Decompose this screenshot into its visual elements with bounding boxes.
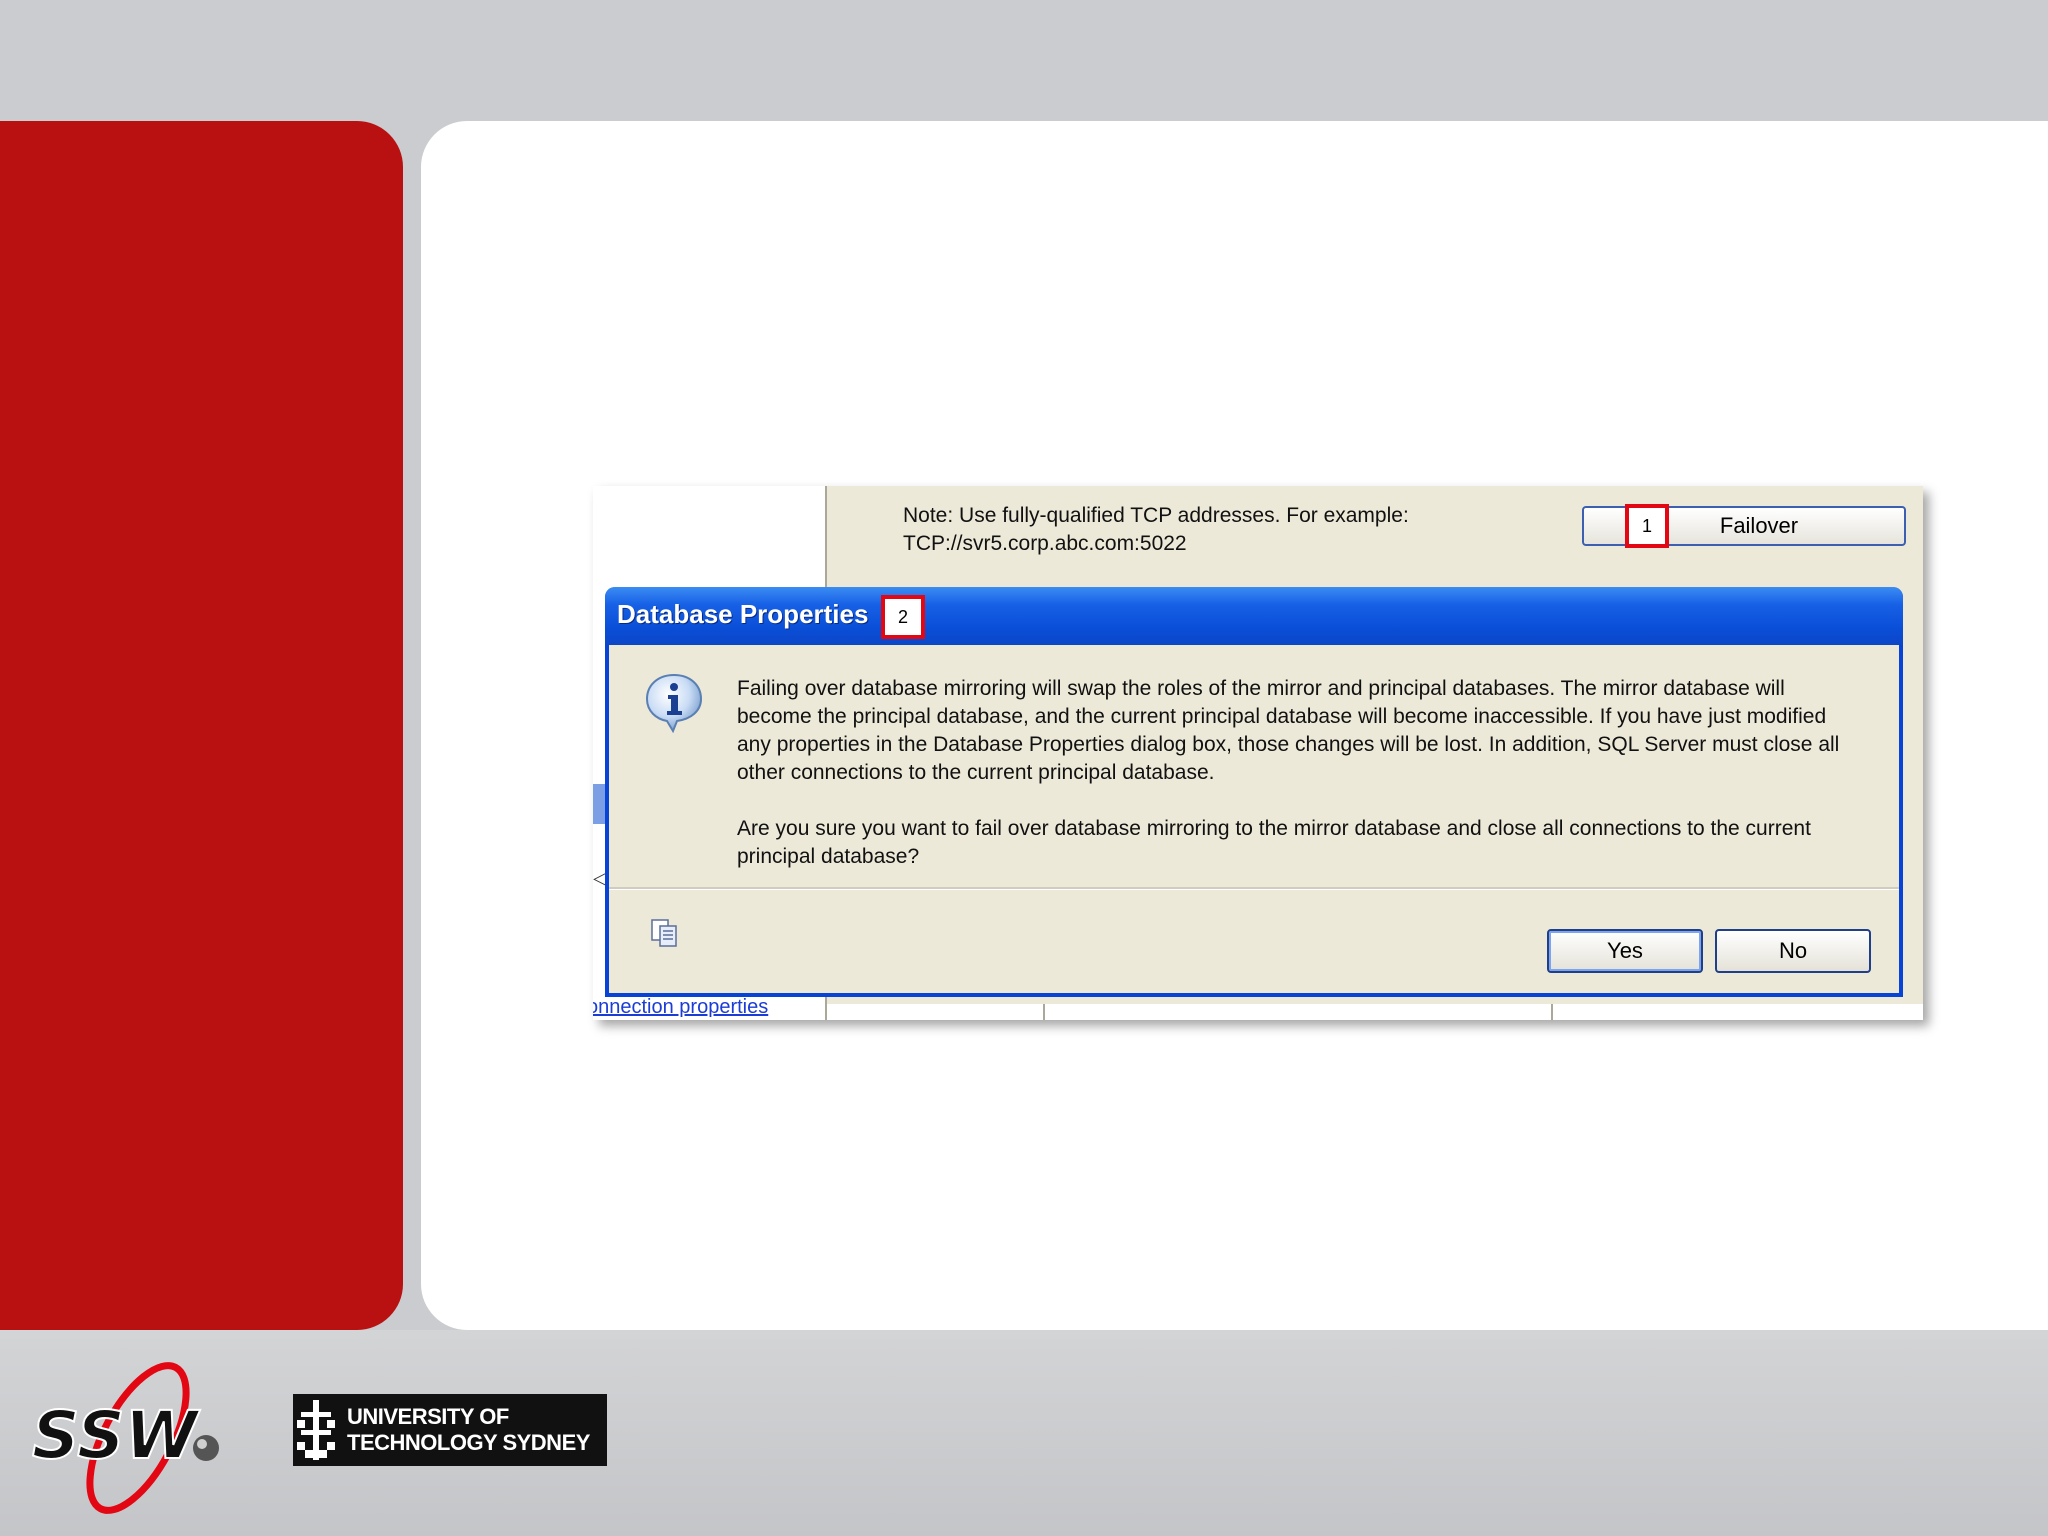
ssw-logo: SSW: [31, 1362, 219, 1514]
dialog-separator: [609, 887, 1899, 890]
tcp-note: Note: Use fully-qualified TCP addresses.…: [903, 502, 1409, 558]
uts-line-1: UNIVERSITY OF: [347, 1404, 509, 1429]
grid-footer: [825, 1004, 1923, 1020]
database-properties-dialog: Database Properties 2 Failing over datab…: [605, 587, 1903, 997]
no-button-label: No: [1778, 938, 1808, 963]
copy-icon[interactable]: [649, 917, 681, 949]
tcp-note-line1: Note: Use fully-qualified TCP addresses.…: [903, 504, 1409, 527]
dialog-message-paragraph-2: Are you sure you want to fail over datab…: [737, 817, 1811, 868]
uts-logo-text: UNIVERSITY OF TECHNOLOGY SYDNEY: [347, 1404, 590, 1456]
yes-button-label: Yes: [1607, 938, 1643, 963]
uts-line-2: TECHNOLOGY SYDNEY: [347, 1430, 590, 1455]
no-button[interactable]: No: [1715, 929, 1871, 973]
marker-1: 1: [1625, 504, 1669, 548]
red-side-panel: [0, 121, 403, 1330]
failover-button-label: Failover: [1719, 513, 1799, 538]
uts-emblem-icon: [293, 1394, 339, 1466]
dialog-message-paragraph-1: Failing over database mirroring will swa…: [737, 677, 1840, 784]
dialog-message: Failing over database mirroring will swa…: [737, 675, 1857, 899]
sql-server-screenshot: ◁ onnection properties Note: Use fully-q…: [593, 486, 1923, 1020]
dialog-title: Database Properties: [617, 599, 869, 629]
dialog-titlebar[interactable]: Database Properties: [605, 587, 1903, 645]
tcp-note-line2: TCP://svr5.corp.abc.com:5022: [903, 532, 1187, 555]
uts-logo: UNIVERSITY OF TECHNOLOGY SYDNEY: [293, 1394, 607, 1466]
selected-page-indicator: [593, 784, 605, 824]
info-icon: [645, 673, 703, 733]
marker-2: 2: [881, 595, 925, 639]
yes-button[interactable]: Yes: [1547, 929, 1703, 973]
connection-properties-link[interactable]: onnection properties: [593, 996, 768, 1019]
ssw-logo-text: SSW: [32, 1397, 201, 1474]
